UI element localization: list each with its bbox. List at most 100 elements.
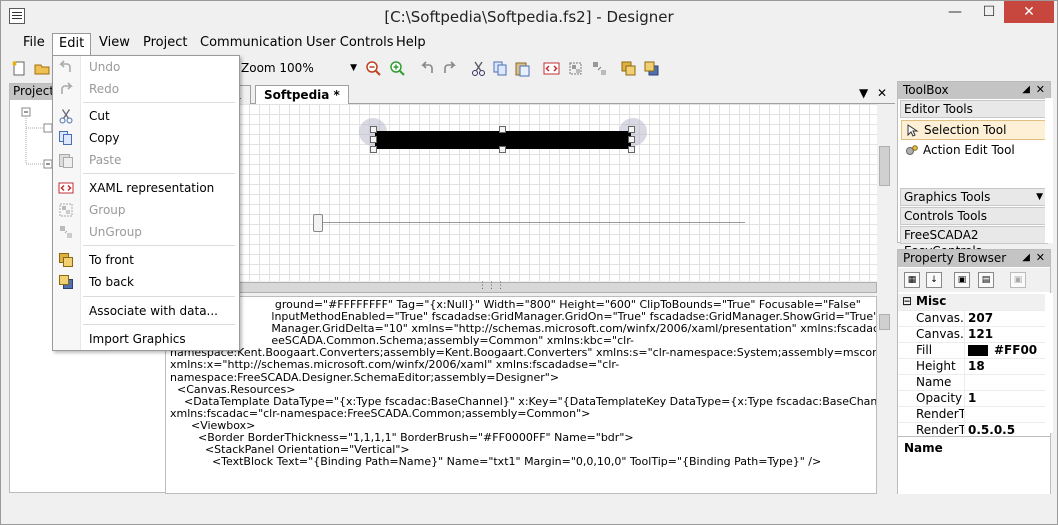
menu-item-ungroup[interactable]: UnGroup bbox=[53, 221, 239, 243]
pin-icon[interactable]: ◢ bbox=[1022, 250, 1030, 266]
to-back-icon[interactable] bbox=[643, 60, 660, 77]
property-browser: Property Browser ◢ ✕ ▦ ↓ ▣ ▤ ▣ ⊟ Misc Ca… bbox=[897, 249, 1051, 494]
undo-icon[interactable] bbox=[419, 60, 436, 77]
minimize-button[interactable]: — bbox=[941, 1, 969, 23]
toolbox-section-graphics-tools[interactable]: Graphics Tools ▼ bbox=[900, 188, 1048, 206]
property-browser-title: Property Browser bbox=[903, 251, 1007, 265]
slider-thumb[interactable] bbox=[313, 214, 323, 232]
canvas-horizontal-scrollbar[interactable]: ⋮⋮⋮ bbox=[169, 281, 877, 294]
property-pages-icon[interactable]: ▣ bbox=[1010, 272, 1026, 288]
close-button[interactable]: ✕ bbox=[1004, 1, 1054, 23]
menu-help[interactable]: Help bbox=[390, 33, 432, 55]
toolbox-scrollbar[interactable] bbox=[1045, 98, 1053, 243]
redo-icon[interactable] bbox=[441, 60, 458, 77]
copy-icon[interactable] bbox=[492, 60, 509, 77]
resize-handle[interactable] bbox=[370, 136, 377, 143]
menu-item-associate-with-data[interactable]: Associate with data... bbox=[53, 300, 239, 322]
close-icon[interactable]: ✕ bbox=[1036, 250, 1045, 266]
property-value[interactable]: #FF00 bbox=[994, 343, 1037, 358]
tab-list-icon[interactable]: ▼ bbox=[859, 86, 868, 100]
menu-user-controls[interactable]: User Controls bbox=[300, 33, 400, 55]
resize-handle[interactable] bbox=[628, 146, 635, 153]
menu-item-undo[interactable]: Undo bbox=[53, 56, 239, 78]
toolbox-section-editor-tools[interactable]: Editor Tools bbox=[900, 100, 1048, 118]
property-row[interactable]: Canvas.To 121 bbox=[898, 326, 1050, 342]
menu-item-redo[interactable]: Redo bbox=[53, 78, 239, 100]
collapse-icon[interactable]: ⊟ bbox=[902, 294, 912, 309]
property-value[interactable]: 207 bbox=[968, 311, 993, 326]
menu-item-group[interactable]: Group bbox=[53, 199, 239, 221]
property-category[interactable]: ⊟ Misc bbox=[898, 294, 1050, 310]
events-icon[interactable]: ▤ bbox=[978, 272, 994, 288]
property-row[interactable]: RenderTra bbox=[898, 406, 1050, 422]
property-name: Canvas.To bbox=[916, 327, 964, 341]
design-canvas[interactable] bbox=[169, 104, 877, 282]
alphabetical-icon[interactable]: ↓ bbox=[926, 272, 942, 288]
menu-item-label: Copy bbox=[89, 131, 120, 145]
menu-item-to-front[interactable]: To front bbox=[53, 249, 239, 271]
property-row[interactable]: RenderTra 0.5,0.5 bbox=[898, 422, 1050, 434]
toolbox-section-easycontrols[interactable]: FreeSCADA2 EasyControls... bbox=[900, 226, 1048, 258]
to-front-icon[interactable] bbox=[620, 60, 637, 77]
tab-softpedia[interactable]: Softpedia * bbox=[255, 85, 349, 105]
xaml-icon[interactable] bbox=[543, 60, 560, 77]
menu-view[interactable]: View bbox=[93, 33, 136, 55]
menu-item-copy[interactable]: Copy bbox=[53, 127, 239, 149]
new-file-icon[interactable] bbox=[11, 60, 28, 77]
close-icon[interactable]: ✕ bbox=[1036, 82, 1045, 98]
close-tab-icon[interactable]: ✕ bbox=[877, 86, 887, 100]
menu-item-cut[interactable]: Cut bbox=[53, 105, 239, 127]
property-description-title: Name bbox=[904, 441, 943, 455]
menu-file[interactable]: File bbox=[17, 33, 51, 55]
resize-handle[interactable] bbox=[370, 126, 377, 133]
category-label: Misc bbox=[916, 294, 947, 308]
menu-item-paste[interactable]: Paste bbox=[53, 149, 239, 171]
property-row[interactable]: Fill #FF00 bbox=[898, 342, 1050, 358]
canvas-vertical-scrollbar[interactable] bbox=[877, 104, 893, 282]
chevron-down-icon: ▼ bbox=[1036, 192, 1043, 202]
menu-item-import-graphics[interactable]: Import Graphics bbox=[53, 328, 239, 350]
pin-icon[interactable]: ◢ bbox=[1022, 82, 1030, 98]
zoom-select[interactable]: Zoom 100% ▼ bbox=[241, 60, 359, 78]
maximize-button[interactable]: ☐ bbox=[975, 1, 1003, 23]
chevron-down-icon: ▼ bbox=[350, 63, 357, 73]
property-name: Name bbox=[916, 375, 952, 389]
menu-communication[interactable]: Communication bbox=[194, 33, 308, 55]
ungroup-icon[interactable] bbox=[591, 60, 608, 77]
paste-icon[interactable] bbox=[514, 60, 531, 77]
property-row[interactable]: Canvas.Le 207 bbox=[898, 310, 1050, 326]
property-name: Fill bbox=[916, 343, 933, 357]
open-folder-icon[interactable] bbox=[34, 60, 51, 77]
resize-handle[interactable] bbox=[370, 146, 377, 153]
xaml-line: <Canvas.Resources> bbox=[170, 382, 296, 396]
toolbox-section-controls-tools[interactable]: Controls Tools bbox=[900, 207, 1048, 225]
property-value[interactable]: 121 bbox=[968, 327, 993, 342]
property-value[interactable]: 18 bbox=[968, 359, 985, 374]
property-row[interactable]: Opacity 1 bbox=[898, 390, 1050, 406]
categorized-icon[interactable]: ▦ bbox=[904, 272, 920, 288]
resize-handle[interactable] bbox=[628, 126, 635, 133]
properties-icon[interactable]: ▣ bbox=[954, 272, 970, 288]
property-value[interactable]: 0.5,0.5 bbox=[968, 423, 1015, 434]
xaml-editor[interactable]: ground="#FFFFFFFF" Tag="{x:Null}" Width=… bbox=[165, 296, 877, 494]
resize-handle[interactable] bbox=[499, 146, 506, 153]
action-edit-tool[interactable]: Action Edit Tool bbox=[901, 141, 1049, 161]
fill-color-swatch[interactable] bbox=[968, 345, 988, 356]
property-grid-scrollbar[interactable] bbox=[1045, 293, 1053, 433]
property-row[interactable]: Height 18 bbox=[898, 358, 1050, 374]
xaml-line: xmlns:fscadac="clr-namespace:FreeSCADA.C… bbox=[170, 406, 591, 420]
zoom-in-icon[interactable] bbox=[389, 60, 406, 77]
cut-icon[interactable] bbox=[470, 60, 487, 77]
resize-handle[interactable] bbox=[499, 126, 506, 133]
menu-edit[interactable]: Edit bbox=[52, 33, 92, 56]
menu-project[interactable]: Project bbox=[137, 33, 193, 55]
group-icon[interactable] bbox=[567, 60, 584, 77]
resize-handle[interactable] bbox=[628, 136, 635, 143]
property-value[interactable]: 1 bbox=[968, 391, 976, 406]
zoom-out-icon[interactable] bbox=[365, 60, 382, 77]
xaml-vertical-scrollbar[interactable] bbox=[877, 296, 893, 494]
selection-tool[interactable]: Selection Tool bbox=[901, 120, 1049, 140]
menu-item-xaml-representation[interactable]: XAML representation bbox=[53, 177, 239, 199]
property-row[interactable]: Name bbox=[898, 374, 1050, 390]
menu-item-to-back[interactable]: To back bbox=[53, 271, 239, 293]
